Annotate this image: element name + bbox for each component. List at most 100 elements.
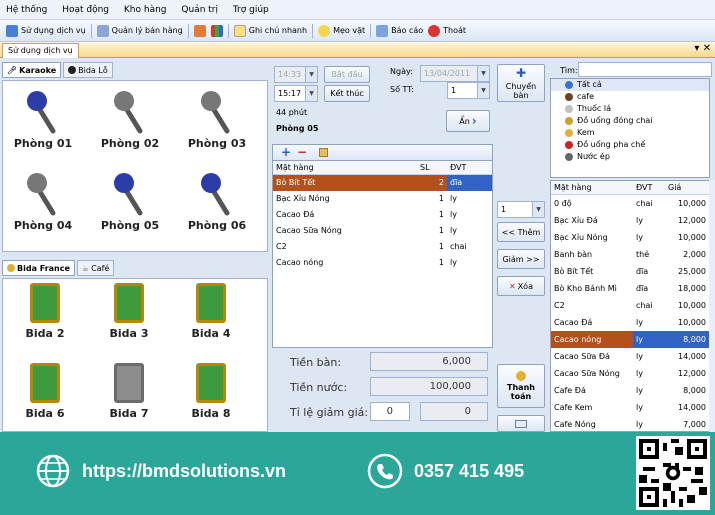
order-col-item[interactable]: Mặt hàng [273, 161, 417, 175]
menu-admin[interactable]: Quản trị [175, 0, 224, 20]
phone-number[interactable]: 0357 415 495 [414, 461, 524, 482]
microphone-icon [197, 85, 237, 135]
exit-icon [428, 24, 441, 37]
room-tile[interactable]: Phòng 02 [90, 85, 170, 150]
scrollbar[interactable] [709, 180, 715, 432]
table-row[interactable]: Bò Kho Bánh Mì đĩa 18,000 [551, 280, 709, 297]
minus-icon[interactable]: − [297, 145, 307, 159]
microphone-icon [197, 167, 237, 217]
session-panel: 14:33 ▼ Bắt đầu 15:17 ▼ Kết thúc 44 phút P… [272, 60, 497, 432]
room-tile[interactable]: Phòng 03 [177, 85, 257, 150]
date-input[interactable]: 13/04/2011 ▼ [420, 65, 490, 82]
table-row[interactable]: Bò Bít Tết đĩa 25,000 [551, 263, 709, 280]
table-row[interactable]: Bạc Xỉu Nóng 1 ly [273, 191, 492, 207]
discount-percent-input[interactable]: 0 [370, 402, 410, 421]
table-row[interactable]: Cacao nóng ly 8,000 [551, 330, 709, 348]
menu-system[interactable]: Hệ thống [0, 0, 53, 20]
billiard-ball-icon [68, 66, 77, 74]
table-tile[interactable]: Bida 6 [10, 363, 80, 420]
toolbar-sales-button[interactable]: Quản lý bán hàng [96, 24, 183, 37]
add-item-button[interactable]: << Thêm [497, 222, 545, 242]
toolbar-report-label: Báo cáo [391, 26, 424, 35]
room-tile[interactable]: Phòng 06 [177, 167, 257, 232]
menu-help[interactable]: Trợ giúp [227, 0, 275, 20]
table-tile[interactable]: Bida 3 [94, 283, 164, 340]
table-row[interactable]: Cafe Kem ly 14,000 [551, 399, 709, 416]
table-tile[interactable]: Bida 8 [176, 363, 246, 420]
menu-warehouse[interactable]: Kho hàng [118, 0, 173, 20]
toolbar-report-button[interactable]: Báo cáo [376, 24, 424, 37]
microphone-icon [23, 85, 63, 135]
tab-bida-lo[interactable]: Bida Lỗ [63, 62, 113, 78]
table-row[interactable]: Cacao Đá ly 10,000 [551, 314, 709, 331]
room-tile[interactable]: Phòng 04 [3, 167, 83, 232]
tab-karaoke[interactable]: 🎤︎ Karaoke [2, 62, 62, 78]
product-col-item[interactable]: Mặt hàng [551, 181, 633, 195]
room-tile[interactable]: Phòng 05 [90, 167, 170, 232]
table-row[interactable]: Cafe Nóng ly 7,000 [551, 416, 709, 432]
table-row[interactable]: C2 1 chai [273, 239, 492, 255]
category-item[interactable]: Kem [551, 127, 709, 139]
product-col-price[interactable]: Giá [665, 181, 709, 195]
category-item[interactable]: cafe [551, 91, 709, 103]
menu-activity[interactable]: Hoạt động [56, 0, 115, 20]
table-row[interactable]: Cafe Đá ly 8,000 [551, 382, 709, 399]
room-label: Phòng 03 [187, 137, 247, 150]
table-row[interactable]: Cacao Đá 1 ly [273, 207, 492, 223]
table-tile[interactable]: Bida 4 [176, 283, 246, 340]
category-item[interactable]: Tất cả [551, 79, 709, 91]
product-panel: Tìm: Tất cả cafe Thuốc lá Đồ uống đóng c… [550, 60, 715, 432]
edit-icon[interactable] [319, 148, 328, 157]
transfer-table-button[interactable]: ✚ Chuyển bàn [497, 64, 545, 102]
category-item[interactable]: Thuốc lá [551, 103, 709, 115]
category-item[interactable]: Đồ uống pha chế [551, 139, 709, 151]
start-button[interactable]: Bắt đầu [324, 66, 370, 83]
hide-button[interactable]: Ẩn › [446, 110, 490, 132]
toolbar-calculator-button[interactable] [193, 24, 206, 37]
table-tile[interactable]: Bida 7 [94, 363, 164, 420]
table-row[interactable]: Cacao Sữa Nóng ly 12,000 [551, 365, 709, 382]
checkout-label: Thanh toán [507, 383, 535, 401]
toolbar-chart-button[interactable] [210, 24, 223, 37]
tab-cafe[interactable]: ☕︎ Café [76, 260, 115, 276]
table-row[interactable]: Cacao nóng 1 ly [273, 255, 492, 271]
drink-fee-label: Tiền nước: [290, 381, 348, 394]
print-button[interactable] [497, 415, 545, 432]
order-col-qty[interactable]: SL [417, 161, 447, 175]
qr-code [636, 436, 710, 510]
pool-table-icon [196, 363, 226, 403]
toolbar-service-button[interactable]: Sử dụng dịch vụ [6, 24, 86, 37]
decrease-button[interactable]: Giảm >> [497, 249, 545, 269]
start-time-input[interactable]: 14:33 ▼ [274, 66, 318, 83]
checkout-button[interactable]: Thanh toán [497, 364, 545, 408]
table-row[interactable]: Banh bàn thẻ 2,000 [551, 246, 709, 263]
room-label: Phòng 04 [13, 219, 73, 232]
table-tile[interactable]: Bida 2 [10, 283, 80, 340]
category-item[interactable]: Nước ép [551, 151, 709, 163]
table-row[interactable]: Bạc Xỉu Đá ly 12,000 [551, 212, 709, 229]
order-number-input[interactable]: 1 ▼ [447, 82, 490, 99]
table-row[interactable]: Bạc Xỉu Nóng ly 10,000 [551, 229, 709, 246]
end-button[interactable]: Kết thúc [324, 85, 370, 102]
toolbar-exit-button[interactable]: Thoát [428, 24, 466, 37]
room-tile[interactable]: Phòng 01 [3, 85, 83, 150]
order-col-unit[interactable]: ĐVT [447, 161, 492, 175]
table-row[interactable]: Cacao Sữa Nóng 1 ly [273, 223, 492, 239]
table-row[interactable]: 0 độ chai 10,000 [551, 195, 709, 212]
website-link[interactable]: https://bmdsolutions.vn [82, 461, 286, 482]
quantity-input[interactable]: 1 ▼ [497, 201, 545, 218]
product-col-unit[interactable]: ĐVT [633, 181, 665, 195]
delete-button[interactable]: ✕ Xóa [497, 276, 545, 296]
toolbar-note-button[interactable]: Ghi chú nhanh [233, 24, 307, 37]
end-time-input[interactable]: 15:17 ▼ [274, 85, 318, 102]
search-input[interactable] [578, 62, 712, 77]
panel-tab[interactable]: Sử dụng dịch vụ [2, 43, 79, 58]
category-item[interactable]: Đồ uống đóng chai [551, 115, 709, 127]
table-row[interactable]: Cacao Sữa Đá ly 14,000 [551, 348, 709, 365]
plus-icon[interactable]: + [281, 145, 291, 159]
toolbar-tips-button[interactable]: Mẹo vặt [318, 24, 365, 37]
tab-bida-france[interactable]: Bida France [2, 260, 75, 276]
panel-controls[interactable]: ▾ ✕ [694, 43, 711, 54]
table-row[interactable]: C2 chai 10,000 [551, 297, 709, 314]
table-row[interactable]: Bò Bít Tết 2 đĩa [273, 174, 492, 191]
